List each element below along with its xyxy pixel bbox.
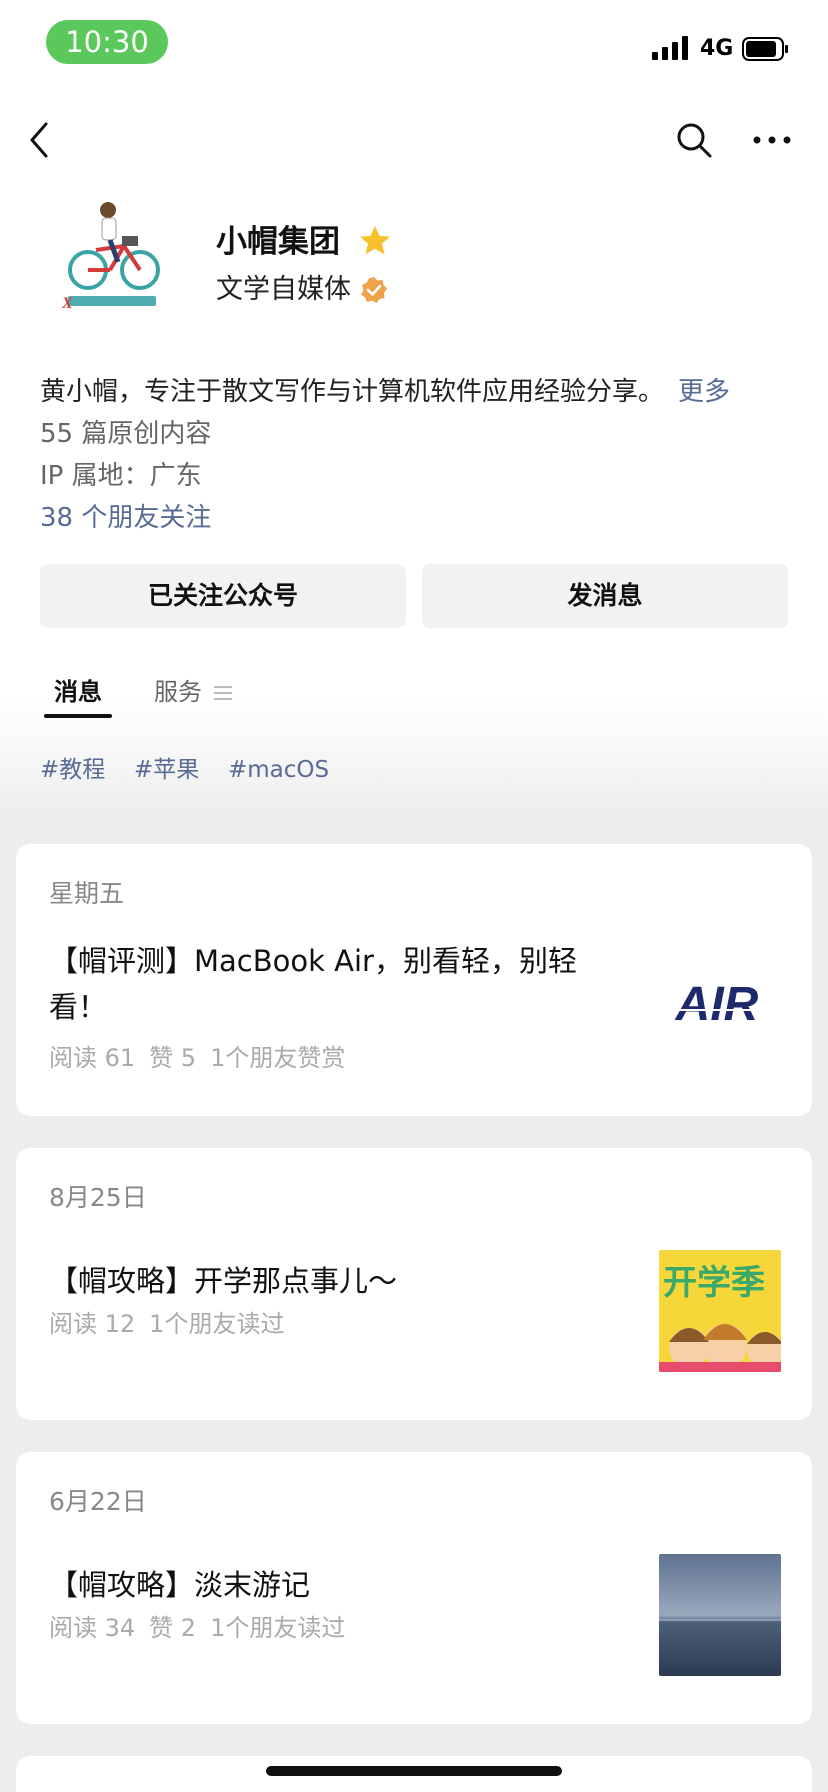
- tab-messages[interactable]: 消息: [54, 674, 102, 710]
- network-type: 4G: [700, 36, 734, 61]
- search-icon[interactable]: [674, 120, 714, 160]
- friend-activity: 1个朋友赞赏: [210, 1044, 346, 1072]
- like-count: 赞 2: [149, 1614, 197, 1642]
- read-count: 阅读 12: [49, 1310, 136, 1338]
- svg-text:X: X: [61, 295, 73, 312]
- article-date: 6月22日: [49, 1487, 147, 1516]
- tab-services[interactable]: 服务: [154, 674, 202, 710]
- article-thumbnail[interactable]: [659, 1554, 781, 1676]
- followed-account-button[interactable]: 已关注公众号: [40, 564, 406, 628]
- account-subtitle: 文学自媒体: [216, 274, 351, 305]
- battery-icon: [742, 37, 788, 61]
- article-date: 8月25日: [49, 1183, 147, 1212]
- article-card[interactable]: 8月25日 【帽攻略】开学那点事儿～ 阅读 12 1个朋友读过 开学季: [16, 1148, 812, 1420]
- thumbnail-text: 开学季: [663, 1263, 765, 1303]
- friends-following-link[interactable]: 38 个朋友关注: [40, 500, 211, 536]
- star-icon[interactable]: [358, 224, 392, 258]
- article-meta: 阅读 12 1个朋友读过: [49, 1306, 298, 1342]
- read-count: 阅读 61: [49, 1044, 136, 1072]
- friend-activity: 1个朋友读过: [149, 1310, 285, 1338]
- article-thumbnail[interactable]: AIR: [659, 938, 781, 1060]
- ip-location: IP 属地：广东: [40, 461, 202, 491]
- article-card[interactable]: 6月22日 【帽攻略】淡末游记 阅读 34 赞 2 1个朋友读过: [16, 1452, 812, 1724]
- menu-lines-icon[interactable]: [212, 682, 234, 704]
- thumbnail-text: AIR: [675, 978, 759, 1031]
- article-title[interactable]: 【帽评测】MacBook Air，别看轻，别轻看！: [49, 938, 629, 1030]
- article-title[interactable]: 【帽攻略】淡末游记: [49, 1562, 629, 1608]
- bio-more-link[interactable]: 更多: [678, 377, 730, 407]
- article-meta: 阅读 61 赞 5 1个朋友赞赏: [49, 1040, 359, 1076]
- verified-badge-icon[interactable]: [360, 276, 388, 304]
- bio-text: 黄小帽，专注于散文写作与计算机软件应用经验分享。 更多: [40, 374, 730, 410]
- status-time: 10:30: [46, 20, 168, 64]
- chevron-left-icon[interactable]: [24, 118, 56, 162]
- article-card[interactable]: 星期五 【帽评测】MacBook Air，别看轻，别轻看！ 阅读 61 赞 5 1个…: [16, 844, 812, 1116]
- ellipsis-icon[interactable]: [752, 128, 792, 152]
- signal-icon: [652, 36, 688, 60]
- original-count: 55 篇原创内容: [40, 419, 212, 449]
- avatar[interactable]: X: [58, 200, 170, 326]
- tag-apple[interactable]: #苹果: [134, 752, 199, 788]
- active-tab-indicator: [44, 714, 112, 718]
- tag-tutorial[interactable]: #教程: [40, 752, 105, 788]
- article-thumbnail[interactable]: 开学季: [659, 1250, 781, 1372]
- read-count: 阅读 34: [49, 1614, 136, 1642]
- article-meta: 阅读 34 赞 2 1个朋友读过: [49, 1610, 359, 1646]
- bio-content: 黄小帽，专注于散文写作与计算机软件应用经验分享。: [40, 377, 665, 407]
- tag-macos[interactable]: #macOS: [228, 752, 329, 788]
- account-name: 小帽集团: [216, 224, 340, 260]
- like-count: 赞 5: [149, 1044, 197, 1072]
- home-indicator[interactable]: [266, 1766, 562, 1776]
- article-title[interactable]: 【帽攻略】开学那点事儿～: [49, 1258, 629, 1304]
- friend-activity: 1个朋友读过: [210, 1614, 346, 1642]
- send-message-button[interactable]: 发消息: [422, 564, 788, 628]
- article-date: 星期五: [49, 879, 125, 908]
